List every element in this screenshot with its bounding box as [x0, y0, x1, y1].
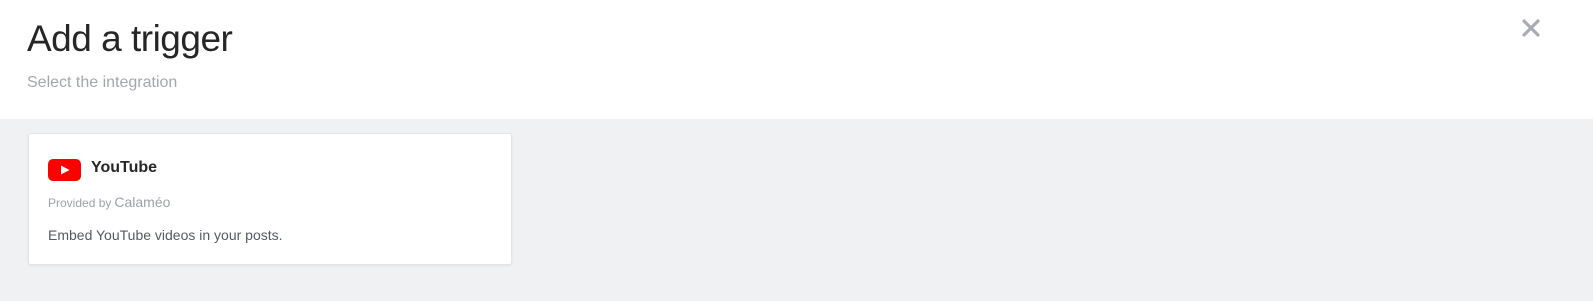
integration-name: YouTube	[91, 159, 158, 176]
integration-description: Embed YouTube videos in your posts.	[48, 227, 283, 243]
modal-header: Add a trigger Select the integration	[0, 0, 1593, 119]
integration-list: YouTube Provided by Calaméo Embed YouTube…	[0, 119, 1593, 301]
youtube-logo-icon	[48, 159, 81, 181]
provided-by-label: Provided by	[48, 196, 112, 210]
integration-card-youtube[interactable]: YouTube Provided by Calaméo Embed YouTube…	[28, 133, 512, 265]
close-icon	[1522, 19, 1540, 37]
provider-line: Provided by Calaméo	[48, 194, 170, 212]
provider-name: Calaméo	[114, 194, 171, 210]
modal-title: Add a trigger	[27, 18, 233, 59]
close-button[interactable]	[1519, 16, 1543, 40]
modal-subtitle: Select the integration	[27, 74, 178, 91]
